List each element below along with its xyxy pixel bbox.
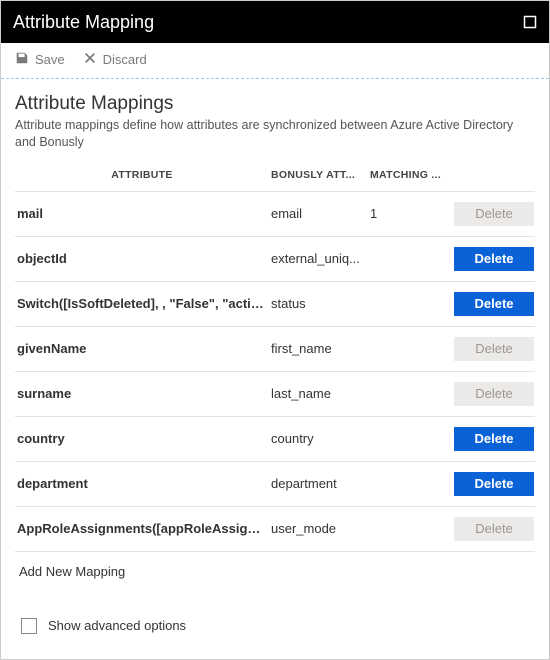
add-new-mapping-link[interactable]: Add New Mapping [15,552,535,587]
delete-button[interactable]: Delete [454,292,534,316]
discard-button[interactable]: Discard [83,51,147,68]
table-row[interactable]: givenName first_name Delete [15,326,535,371]
discard-label: Discard [103,52,147,67]
col-bonusly: BONUSLY ATT... [271,169,366,181]
delete-button: Delete [454,337,534,361]
table-row[interactable]: AppRoleAssignments([appRoleAssignments])… [15,506,535,552]
attribute-mappings-grid: ATTRIBUTE BONUSLY ATT... MATCHING ... ma… [15,163,535,552]
col-attribute: ATTRIBUTE [17,169,267,181]
delete-button: Delete [454,202,534,226]
attribute-cell: givenName [17,341,267,356]
bonusly-attribute-cell: first_name [271,341,366,356]
section-description: Attribute mappings define how attributes… [15,117,535,151]
bonusly-attribute-cell: department [271,476,366,491]
attribute-cell: surname [17,386,267,401]
attribute-cell: Switch([IsSoftDeleted], , "False", "acti… [17,296,267,311]
bonusly-attribute-cell: user_mode [271,521,366,536]
show-advanced-options[interactable]: Show advanced options [15,587,535,643]
grid-header: ATTRIBUTE BONUSLY ATT... MATCHING ... [15,163,535,191]
attribute-cell: department [17,476,267,491]
bonusly-attribute-cell: email [271,206,366,221]
save-button[interactable]: Save [15,51,65,68]
delete-button[interactable]: Delete [454,427,534,451]
delete-button: Delete [454,517,534,541]
bonusly-attribute-cell: last_name [271,386,366,401]
attribute-cell: AppRoleAssignments([appRoleAssignments]) [17,521,267,536]
title-bar: Attribute Mapping [1,1,549,43]
col-matching: MATCHING ... [370,169,450,181]
show-advanced-checkbox[interactable] [21,618,37,634]
table-row[interactable]: country country Delete [15,416,535,461]
save-label: Save [35,52,65,67]
table-row[interactable]: surname last_name Delete [15,371,535,416]
delete-button: Delete [454,382,534,406]
show-advanced-label: Show advanced options [48,618,186,633]
table-row[interactable]: department department Delete [15,461,535,506]
bonusly-attribute-cell: country [271,431,366,446]
matching-cell: 1 [370,206,450,221]
delete-button[interactable]: Delete [454,472,534,496]
delete-button[interactable]: Delete [454,247,534,271]
maximize-icon[interactable] [523,15,537,29]
save-icon [15,51,29,68]
bonusly-attribute-cell: external_uniq... [271,251,366,266]
close-icon [83,51,97,68]
section-heading: Attribute Mappings [15,93,535,115]
attribute-cell: objectId [17,251,267,266]
bonusly-attribute-cell: status [271,296,366,311]
page-title: Attribute Mapping [13,12,154,33]
attribute-cell: mail [17,206,267,221]
table-row[interactable]: objectId external_uniq... Delete [15,236,535,281]
table-row[interactable]: Switch([IsSoftDeleted], , "False", "acti… [15,281,535,326]
table-row[interactable]: mail email 1 Delete [15,191,535,236]
attribute-cell: country [17,431,267,446]
command-bar: Save Discard [1,43,549,79]
